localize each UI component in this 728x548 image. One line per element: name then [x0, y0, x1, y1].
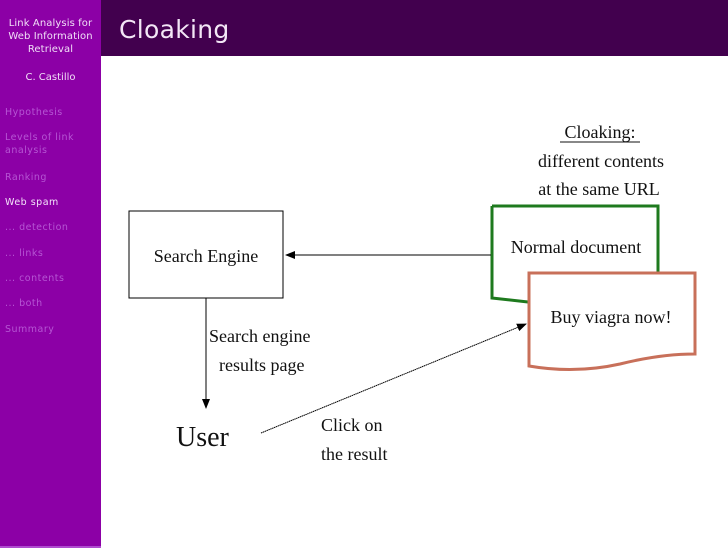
click-label: the result: [321, 444, 387, 464]
normal-document-label: Normal document: [511, 237, 641, 257]
serp-label: results page: [219, 355, 304, 375]
caption-heading: Cloaking:: [565, 122, 636, 142]
user-label: User: [176, 422, 230, 453]
click-label: Click on: [321, 415, 383, 435]
caption-line: different contents: [538, 151, 664, 171]
cloaking-diagram: Cloaking: different contents at the same…: [128, 122, 697, 464]
search-engine-label: Search Engine: [154, 246, 258, 266]
spam-document-label: Buy viagra now!: [551, 307, 672, 327]
caption-line: at the same URL: [538, 179, 659, 199]
serp-label: Search engine: [209, 326, 310, 346]
